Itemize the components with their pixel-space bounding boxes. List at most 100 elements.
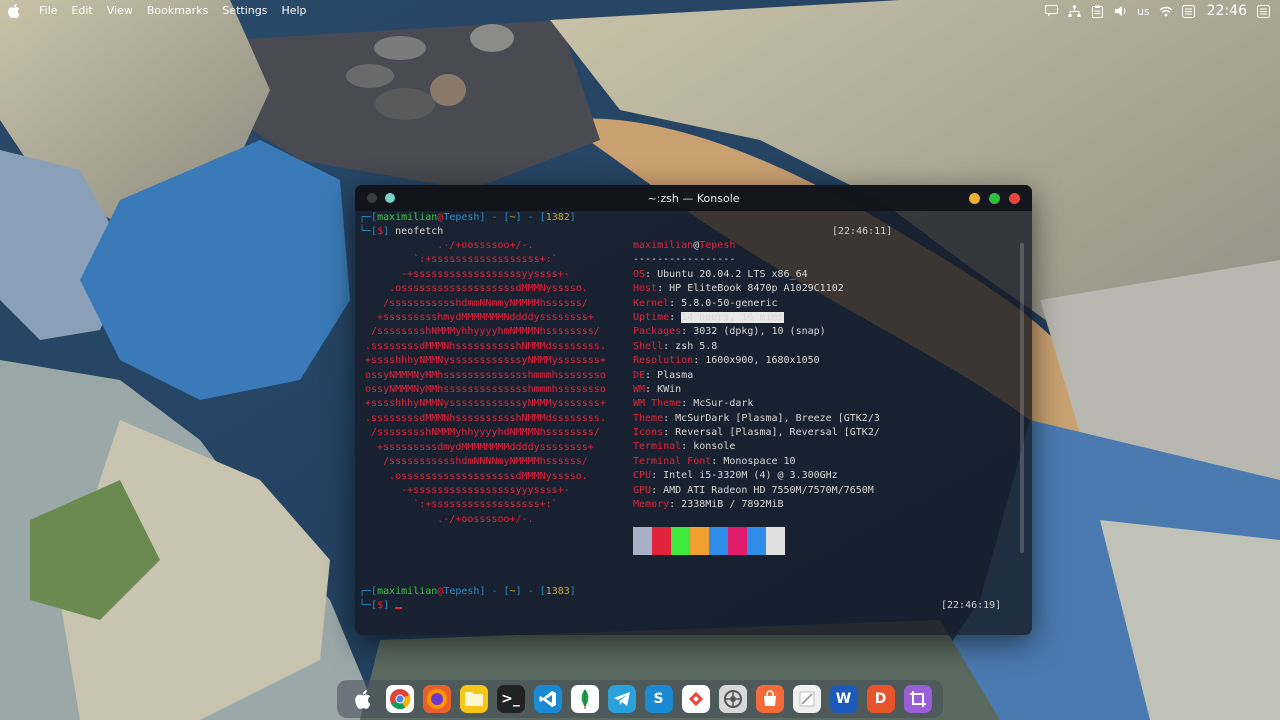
ascii-logo-line: /ssssssssssshdmNNNNmyNMMMMhssssss/ [359,456,588,468]
info-value: 1600x900, 1680x1050 [705,355,820,367]
ascii-logo-line: .ssssssssdMMMNhsssssssssshNMMMdssssssss. [359,412,606,424]
info-key: WM [633,383,646,395]
info-value: McSurDark [Plasma], Breeze [GTK2/3 [675,412,880,424]
palette-swatch [652,527,671,555]
info-row: Terminal Font: Monospace 10 [633,455,796,467]
terminal-scrollbar[interactable] [1020,243,1024,553]
dock-files-icon[interactable] [459,685,488,713]
info-value: Plasma [657,369,694,381]
info-key: Host [633,283,658,295]
menu-file[interactable]: File [32,0,64,22]
info-key: DE [633,369,646,381]
prompt-line-1: ┌─[maximilian@Tepesh] - [~] - [1382] [359,212,576,223]
dock-telegram-icon[interactable] [607,685,636,713]
dock-firefox-icon[interactable] [422,685,451,713]
menu-view[interactable]: View [100,0,140,22]
dock-settings-icon[interactable] [718,685,747,713]
color-palette [633,527,785,555]
ascii-logo-line: ossyNMMMNyMMhsssssssssssssshmmmhssssssso [359,384,606,396]
ascii-logo-line: /sssssssshNMMMyhhyyyyhdNMMMNhssssssss/ [359,427,600,439]
info-key: Memory [633,499,670,511]
info-key: Shell [633,340,664,352]
info-value: McSur-dark [693,398,754,410]
menu-bookmarks[interactable]: Bookmarks [140,0,215,22]
dock-store-icon[interactable] [755,685,784,713]
info-key: OS [633,268,646,280]
dock-vscode-icon[interactable] [533,685,562,713]
dock-anydesk-icon[interactable] [681,685,710,713]
info-value: 2338MiB / 7892MiB [681,499,784,511]
window-menu-icon[interactable] [367,193,377,203]
system-tray: us 22:46 [1045,0,1280,22]
dock-finder-apple-icon[interactable] [349,685,377,713]
ascii-logo-line: .ssssssssdMMMNhsssssssssshNMMMdssssssss. [359,340,606,352]
info-key: Icons [633,427,664,439]
info-value: 14 hours, 16 mins [681,311,784,323]
info-value: Ubuntu 20.04.2 LTS x86_64 [657,268,808,280]
info-value: AMD ATI Radeon HD 7550M/7570M/7650M [663,484,874,496]
clock[interactable]: 22:46 [1207,3,1247,19]
palette-swatch [747,527,766,555]
dock-chrome-icon[interactable] [385,685,414,713]
info-value: Intel i5-3320M (4) @ 3.300GHz [663,470,838,482]
info-key: Theme [633,412,664,424]
dock-terminal-icon[interactable]: >_ [496,685,525,713]
info-row: WM Theme: McSur-dark [633,398,754,410]
info-row: DE: Plasma [633,369,694,381]
ascii-logo-line: ossyNMMMNyMMhsssssssssssssshmmmhssssssso [359,369,606,381]
dock-skype-icon[interactable]: S [644,685,673,713]
keep-above-icon[interactable] [385,193,395,203]
info-key: GPU [633,484,652,496]
window-titlebar[interactable]: ~:zsh — Konsole [355,185,1032,211]
minimize-button[interactable] [969,192,980,204]
dock: >_ S W D [337,680,943,718]
ascii-logo-line: -+ssssssssssssssssssyyssss+- [359,268,570,280]
command-line-2[interactable]: └─[$] [359,599,403,613]
apple-logo-icon[interactable] [6,3,22,19]
maximize-button[interactable] [989,192,1000,204]
chat-icon[interactable] [1045,4,1059,18]
wifi-icon[interactable] [1159,4,1173,18]
ascii-logo-line: `:+ssssssssssssssssss+:` [359,499,558,511]
dock-wps-presentation-icon[interactable]: D [866,685,895,713]
info-value: 3032 (dpkg), 10 (snap) [693,326,826,338]
menu-help[interactable]: Help [274,0,313,22]
ascii-logo-line: /ssssssssssshdmmNNmmyNMMMMhssssss/ [359,297,588,309]
palette-swatch [690,527,709,555]
battery-icon[interactable] [1181,4,1196,18]
menu-settings[interactable]: Settings [215,0,274,22]
dock-text-editor-icon[interactable] [792,685,821,713]
dock-mongodb-icon[interactable] [570,685,599,713]
prompt-time-2: [22:46:19] [941,600,1002,612]
info-row: Shell: zsh 5.8 [633,340,718,352]
network-wired-icon[interactable] [1068,4,1082,18]
dock-word-icon[interactable]: W [829,685,858,713]
clipboard-icon[interactable] [1091,4,1105,18]
info-row: Kernel: 5.8.0-50-generic [633,297,778,309]
volume-icon[interactable] [1114,4,1128,18]
info-row: GPU: AMD ATI Radeon HD 7550M/7570M/7650M [633,484,874,496]
keyboard-layout[interactable]: us [1137,5,1150,18]
menu-edit[interactable]: Edit [64,0,99,22]
palette-swatch [633,527,652,555]
palette-swatch [766,527,785,555]
info-row: OS: Ubuntu 20.04.2 LTS x86_64 [633,268,808,280]
palette-swatch [671,527,690,555]
info-row: Host: HP EliteBook 8470p A1029C1102 [633,283,844,295]
close-button[interactable] [1009,192,1020,204]
ascii-logo-line: .-/+oossssoo+/-. [359,240,534,251]
window-title: ~:zsh — Konsole [647,191,740,205]
info-value: KWin [657,383,682,395]
application-launcher-icon[interactable] [1256,4,1270,18]
ubuntu-ascii-logo: .-/+oossssoo+/-. `:+ssssssssssssssssss+:… [359,239,606,527]
terminal-area[interactable]: ┌─[maximilian@Tepesh] - [~] - [1382] └─[… [355,211,1032,635]
info-key: Terminal Font [633,455,712,467]
dock-screenshot-icon[interactable] [903,685,932,713]
konsole-window[interactable]: ~:zsh — Konsole ┌─[maximilian@Tepesh] - … [355,185,1032,635]
info-row: Terminal: konsole [633,441,736,453]
global-menu: File Edit View Bookmarks Settings Help [0,0,314,22]
ascii-logo-line: +ssssssssshmydMMMMMMMNddddyssssssss+ [359,312,594,324]
prompt-line-2: ┌─[maximilian@Tepesh] - [~] - [1383] [359,586,576,597]
info-key: CPU [633,470,652,482]
palette-swatch [728,527,747,555]
